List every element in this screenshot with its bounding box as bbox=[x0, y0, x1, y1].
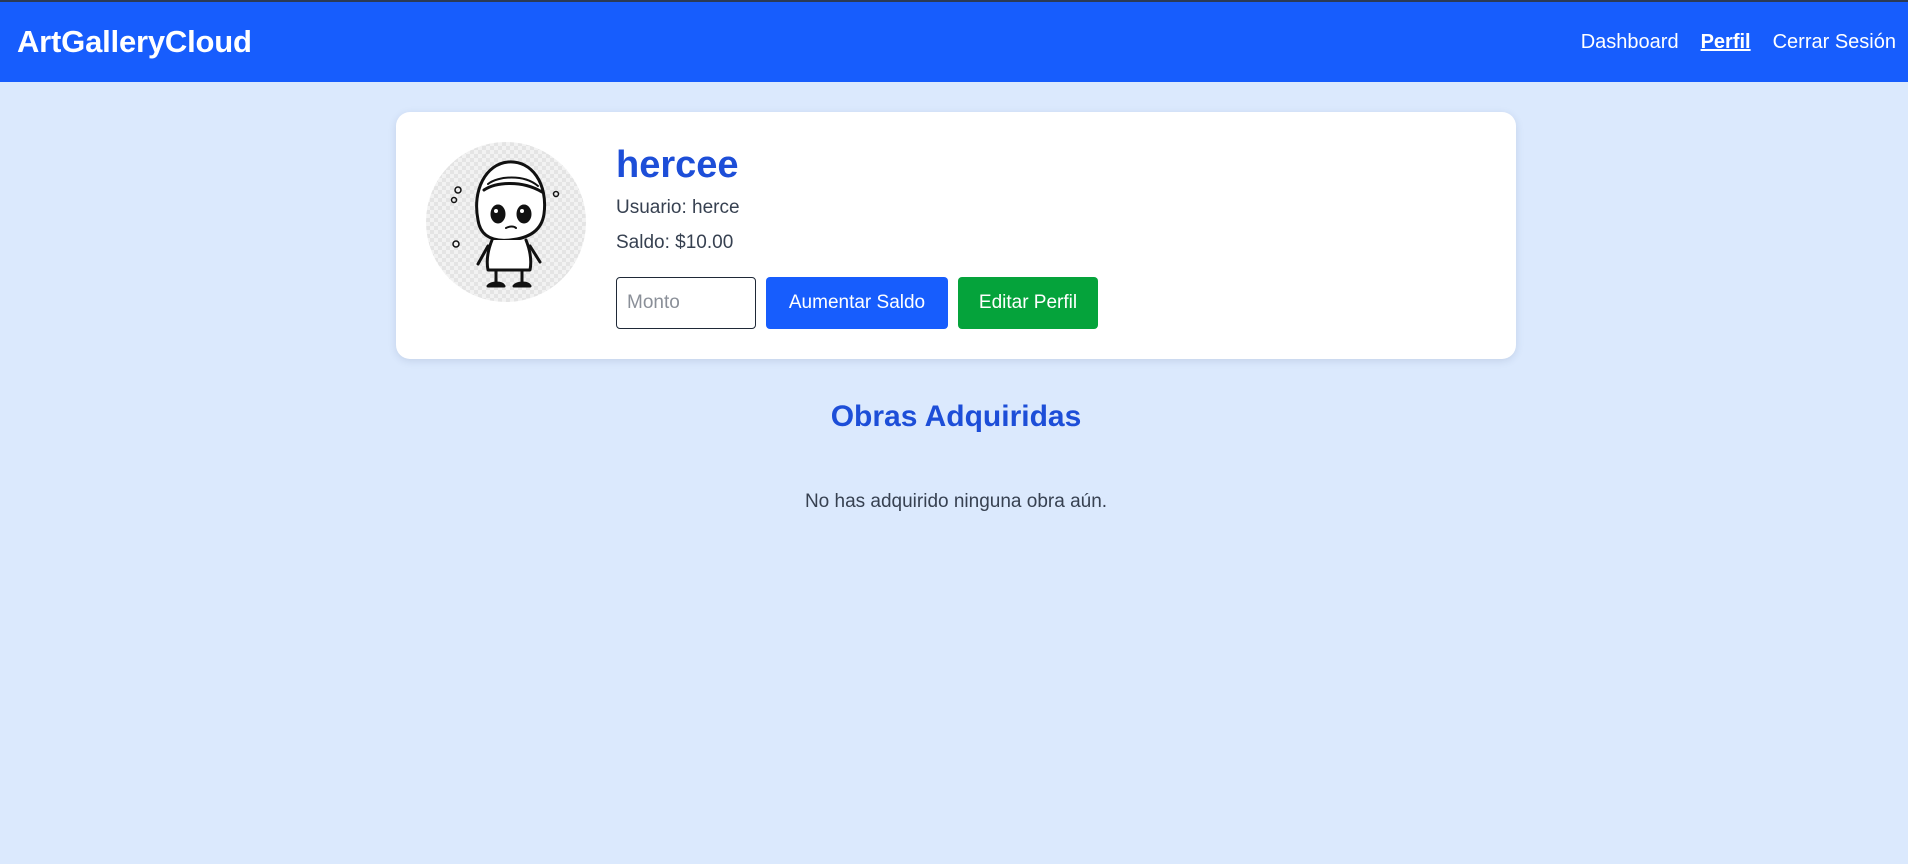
nav-item-cerrar-sesion[interactable]: Cerrar Sesión bbox=[1773, 31, 1896, 54]
add-balance-button[interactable]: Aumentar Saldo bbox=[766, 277, 948, 329]
avatar bbox=[426, 142, 586, 302]
profile-info: hercee Usuario: herce Saldo: $10.00 bbox=[616, 142, 740, 255]
profile-username: Usuario: herce bbox=[616, 197, 740, 218]
profile-balance: Saldo: $10.00 bbox=[616, 232, 734, 253]
edit-profile-button[interactable]: Editar Perfil bbox=[958, 277, 1098, 329]
acquired-works-title: Obras Adquiridas bbox=[830, 400, 1082, 433]
profile-display-name: hercee bbox=[616, 144, 739, 186]
nav-item-dashboard[interactable]: Dashboard bbox=[1581, 31, 1679, 54]
amount-input[interactable] bbox=[616, 277, 756, 329]
acquired-works-empty-message: No has adquirido ninguna obra aún. bbox=[804, 491, 1108, 512]
profile-actions: Aumentar Saldo Editar Perfil bbox=[616, 277, 1098, 329]
profile-card: hercee Usuario: herce Saldo: $10.00 Aume… bbox=[396, 112, 1516, 359]
brand-logo[interactable]: ArtGalleryCloud bbox=[17, 24, 252, 60]
main-nav: Dashboard Perfil Cerrar Sesión bbox=[1581, 31, 1896, 54]
top-navbar: ArtGalleryCloud Dashboard Perfil Cerrar … bbox=[0, 0, 1908, 82]
nav-item-perfil[interactable]: Perfil bbox=[1701, 31, 1751, 54]
cartoon-boy-avatar-icon bbox=[450, 160, 560, 288]
